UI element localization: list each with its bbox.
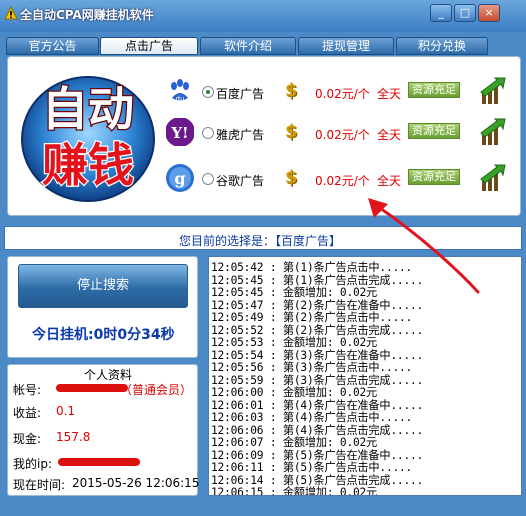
baidu-radio[interactable] <box>202 86 214 98</box>
logo-line2: 赚钱 <box>42 138 134 192</box>
google-radio[interactable] <box>202 173 214 185</box>
window-title: 全自动CPA网赚挂机软件 <box>20 8 154 22</box>
ad-row-baidu[interactable]: du 百度广告 $ 0.02元/个 全天 资源充足 <box>165 76 515 108</box>
current-choice-bar: 您目前的选择是：【百度广告】 <box>4 226 522 250</box>
minimize-button[interactable]: _ <box>430 4 452 22</box>
coin-icon: $ <box>285 167 298 188</box>
yahoo-icon: Y! <box>166 118 194 146</box>
svg-text:du: du <box>176 95 185 103</box>
account-redaction <box>56 384 128 392</box>
trend-up-icon <box>480 77 506 104</box>
cash-value: 157.8 <box>56 430 91 444</box>
tab-announcements[interactable]: 官方公告 <box>6 37 99 55</box>
ad-name: 百度广告 <box>216 87 265 101</box>
maximize-button[interactable]: □ <box>454 4 476 22</box>
resource-status-button[interactable]: 资源充足 <box>408 123 460 139</box>
google-icon: g <box>166 164 194 192</box>
time-label: 现在时间: <box>13 478 66 492</box>
coin-icon: $ <box>285 121 298 142</box>
baidu-paw-icon: du <box>166 77 194 105</box>
close-button[interactable]: × <box>478 4 500 22</box>
ad-row-yahoo[interactable]: Y! 雅虎广告 $ 0.02元/个 全天 资源充足 <box>165 117 515 149</box>
time-value: 2015-05-26 12:06:15 <box>72 476 200 490</box>
ad-price: 0.02元/个 <box>315 87 370 101</box>
resource-status-button[interactable]: 资源充足 <box>408 82 460 98</box>
ad-period: 全天 <box>377 174 402 188</box>
app-warning-icon <box>4 6 18 20</box>
auto-earn-logo: 自动 赚钱 <box>21 76 155 202</box>
activity-log[interactable]: 12:05:42 : 第(1)条广告点击中..... 12:05:45 : 第(1… <box>208 256 522 496</box>
trend-up-icon <box>480 118 506 145</box>
current-choice-text: 您目前的选择是：【百度广告】 <box>179 234 342 248</box>
account-label: 帐号: <box>13 383 42 397</box>
tab-withdraw[interactable]: 提现管理 <box>298 37 394 55</box>
ad-period: 全天 <box>377 128 402 142</box>
stop-search-button[interactable]: 停止搜索 <box>18 264 188 308</box>
ad-price: 0.02元/个 <box>315 174 370 188</box>
logo-line1: 自动 <box>42 82 134 136</box>
tab-points-exchange[interactable]: 积分兑换 <box>396 37 488 55</box>
online-time: 今日挂机:0时0分34秒 <box>32 327 175 343</box>
ad-name: 谷歌广告 <box>216 174 265 188</box>
title-bar: 全自动CPA网赚挂机软件 _ □ × <box>0 0 526 32</box>
svg-text:g: g <box>174 169 185 188</box>
log-line: 12:06:15 : 金额增加: 0.02元 <box>211 486 378 496</box>
account-level: （普通会员） <box>120 383 193 397</box>
yahoo-radio[interactable] <box>202 127 214 139</box>
income-value: 0.1 <box>56 404 76 418</box>
tab-click-ads[interactable]: 点击广告 <box>100 37 198 55</box>
svg-text:Y!: Y! <box>170 124 188 142</box>
ad-price: 0.02元/个 <box>315 128 370 142</box>
ad-period: 全天 <box>377 87 402 101</box>
app-window: 全自动CPA网赚挂机软件 _ □ × 官方公告 点击广告 软件介绍 提现管理 积… <box>0 0 526 516</box>
ip-redaction <box>58 458 140 466</box>
coin-icon: $ <box>285 80 298 101</box>
ip-label: 我的ip: <box>13 457 52 471</box>
ad-name: 雅虎广告 <box>216 128 265 142</box>
trend-up-icon <box>480 164 506 191</box>
income-label: 收益: <box>13 406 42 420</box>
resource-status-button[interactable]: 资源充足 <box>408 169 460 185</box>
tab-software-intro[interactable]: 软件介绍 <box>200 37 296 55</box>
cash-label: 现金: <box>13 432 42 446</box>
tab-bar: 官方公告 点击广告 软件介绍 提现管理 积分兑换 <box>6 37 518 55</box>
ad-row-google[interactable]: g 谷歌广告 $ 0.02元/个 全天 资源充足 <box>165 163 515 195</box>
